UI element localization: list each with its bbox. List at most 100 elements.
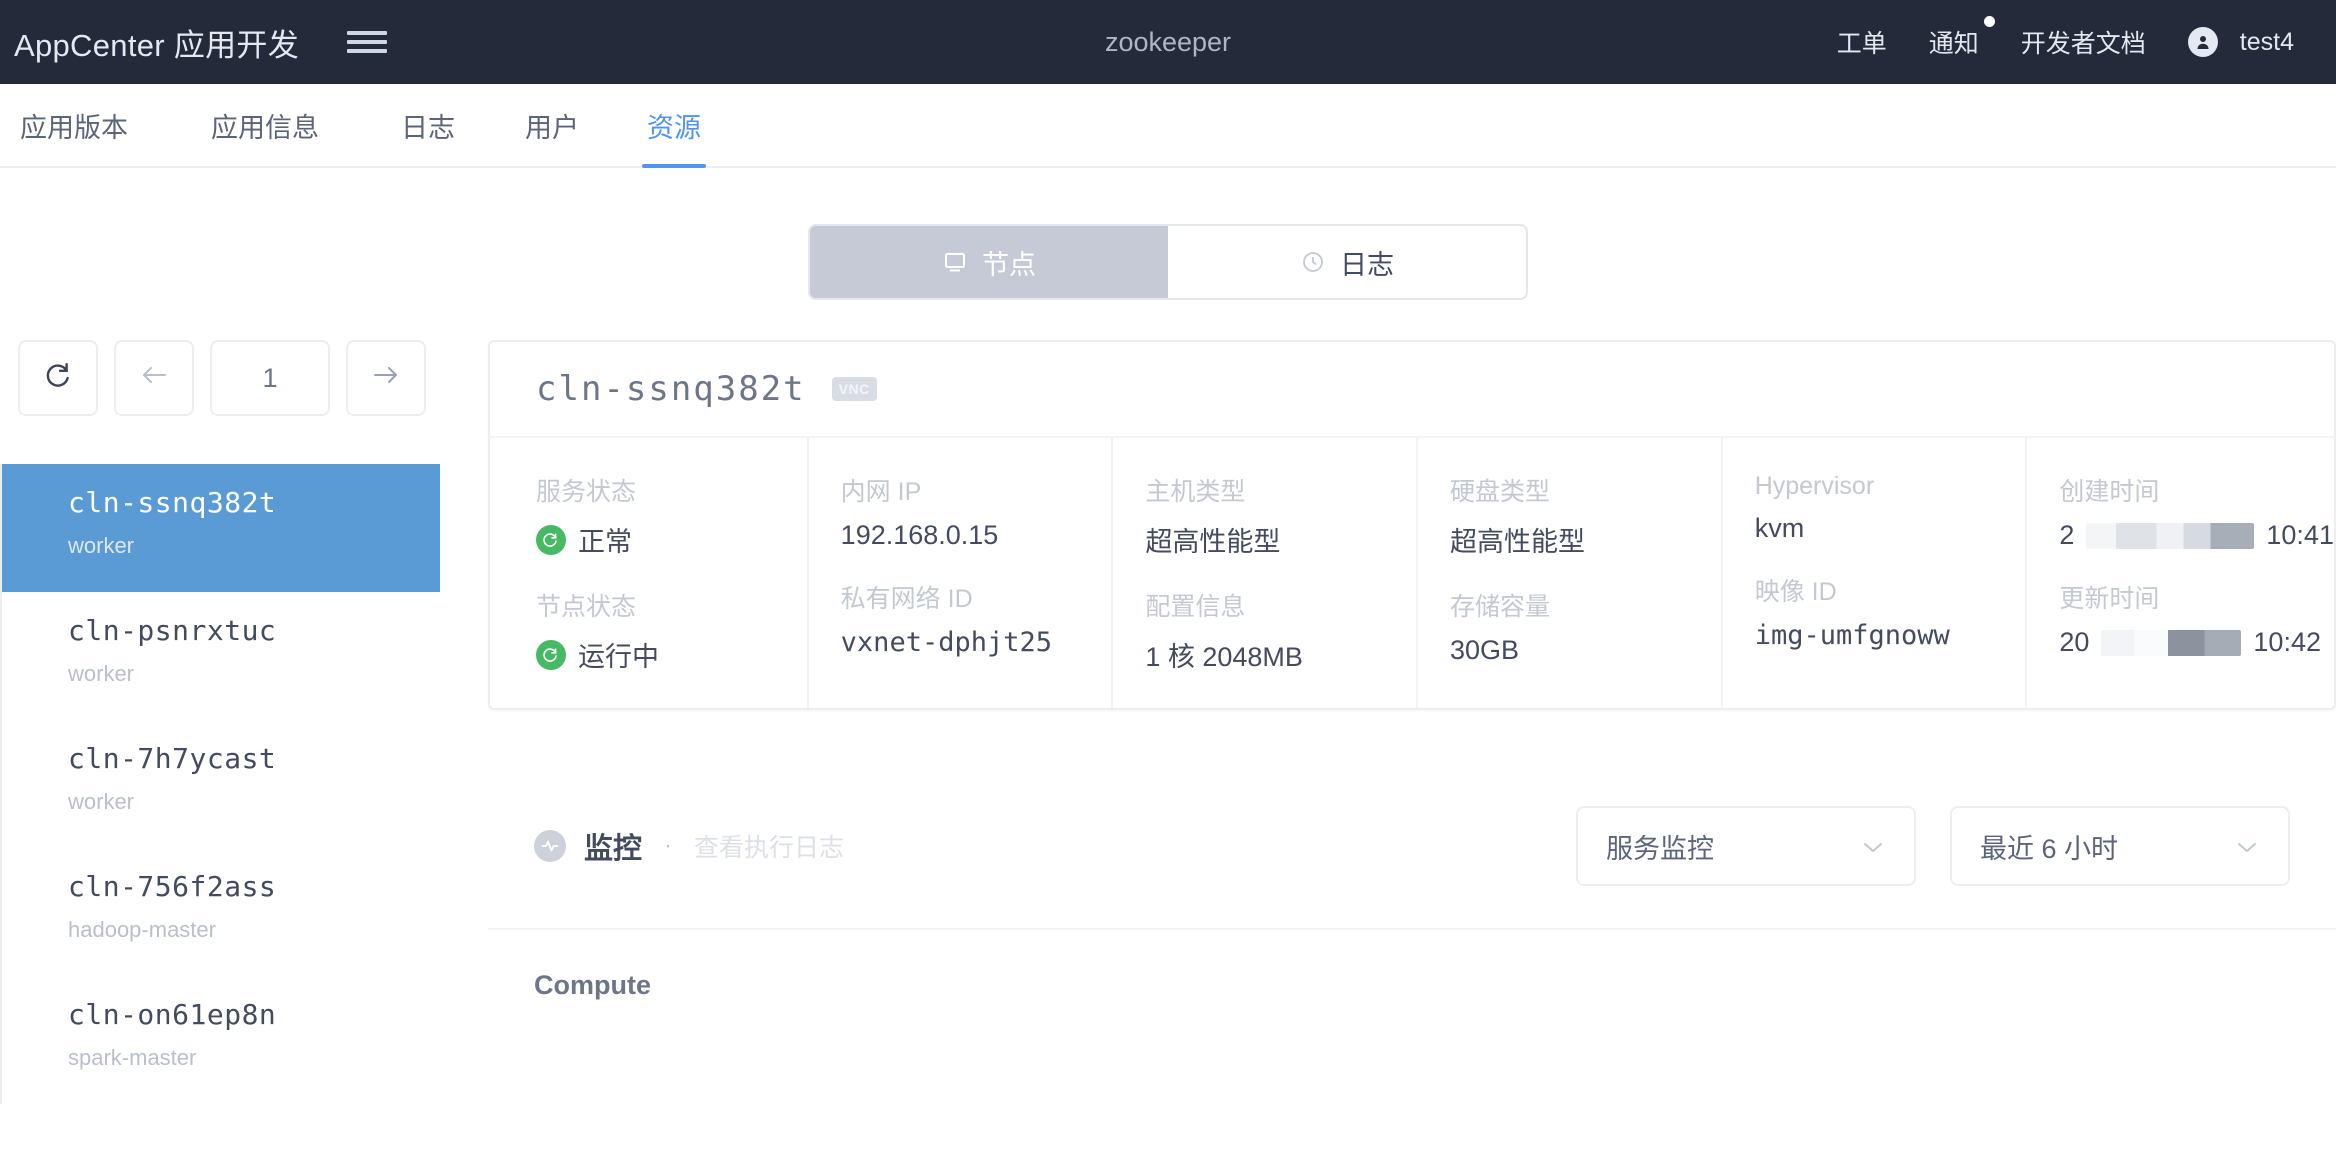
hamburger-bar bbox=[347, 49, 388, 53]
info-value: 1 核 2048MB bbox=[1145, 635, 1416, 674]
chevron-down-icon bbox=[1860, 831, 1886, 862]
info-value: 2 10:41 bbox=[2059, 520, 2334, 551]
info-value-text: 运行中 bbox=[578, 642, 659, 672]
tab-logs[interactable]: 日志 bbox=[396, 84, 460, 166]
info-label: 更新时间 bbox=[2059, 585, 2160, 613]
info-column-disk: 硬盘类型 超高性能型 存储容量 30GB bbox=[1418, 438, 1723, 708]
info-value-text: 192.168.0.15 bbox=[840, 520, 999, 550]
monitor-controls: 服务监控 最近 6 小时 bbox=[1576, 806, 2290, 886]
list-item[interactable]: cln-psnrxtuc worker bbox=[2, 592, 440, 720]
notification-badge-dot bbox=[1983, 16, 1995, 27]
tab-app-info[interactable]: 应用信息 bbox=[198, 84, 332, 166]
arrow-left-icon bbox=[139, 363, 169, 394]
page-number[interactable]: 1 bbox=[210, 340, 330, 416]
info-value: kvm bbox=[1755, 513, 2026, 544]
tab-label: 日志 bbox=[401, 112, 455, 143]
info-field-storage: 存储容量 30GB bbox=[1450, 587, 1721, 666]
tab-label: 应用信息 bbox=[211, 112, 319, 143]
metric-select[interactable]: 服务监控 bbox=[1576, 806, 1916, 886]
nav-item-label: 开发者文档 bbox=[2020, 30, 2146, 58]
info-value: 运行中 bbox=[536, 635, 807, 674]
node-name: cln-7h7ycast bbox=[68, 742, 277, 775]
segment-nodes[interactable]: 节点 bbox=[810, 226, 1168, 298]
view-execution-log-link[interactable]: 查看执行日志 bbox=[694, 828, 844, 864]
prev-page-button[interactable] bbox=[114, 340, 194, 416]
node-list: cln-ssnq382t worker cln-psnrxtuc worker … bbox=[0, 464, 440, 1104]
monitor-separator: · bbox=[664, 832, 673, 859]
node-sidebar: 1 cln-ssnq382t worker cln-psnrxtuc worke… bbox=[0, 340, 440, 1104]
monitor-icon bbox=[942, 249, 968, 275]
info-column-time: 创建时间 2 10:41 更新时间 20 10:42 bbox=[2027, 438, 2334, 708]
nav-item-notifications[interactable]: 通知 bbox=[1929, 16, 1995, 60]
info-label: Hypervisor bbox=[1754, 472, 1875, 500]
info-value: img-umfgnoww bbox=[1755, 620, 2026, 651]
node-role: hadoop-master bbox=[68, 917, 216, 942]
node-role: spark-master bbox=[68, 1045, 197, 1070]
list-item[interactable]: cln-756f2ass hadoop-master bbox=[2, 848, 440, 976]
brand-title[interactable]: AppCenter 应用开发 bbox=[14, 20, 299, 65]
main-tabs: 应用版本 应用信息 日志 用户 资源 bbox=[0, 84, 2336, 168]
info-value-suffix: 10:42 bbox=[2253, 627, 2321, 657]
info-field-image-id: 映像 ID img-umfgnoww bbox=[1755, 572, 2026, 651]
info-value: 192.168.0.15 bbox=[841, 520, 1112, 551]
info-value-text: vxnet-dphjt25 bbox=[840, 627, 1052, 658]
segment-label: 日志 bbox=[1340, 249, 1394, 280]
top-nav: 工单 通知 开发者文档 test4 bbox=[1837, 16, 2336, 60]
node-role: worker bbox=[68, 789, 135, 814]
next-page-button[interactable] bbox=[346, 340, 426, 416]
info-value: 正常 bbox=[536, 520, 807, 559]
info-field-node-status: 节点状态 运行中 bbox=[536, 587, 807, 674]
refresh-icon bbox=[43, 360, 73, 397]
list-item[interactable]: cln-ssnq382t worker bbox=[2, 464, 440, 592]
info-field-hypervisor: Hypervisor kvm bbox=[1755, 472, 2026, 544]
segmented-control: 节点 日志 bbox=[808, 224, 1528, 300]
info-column-network: 内网 IP 192.168.0.15 私有网络 ID vxnet-dphjt25 bbox=[809, 438, 1114, 708]
info-value-suffix: 10:41 bbox=[2266, 520, 2334, 550]
nav-item-developer-docs[interactable]: 开发者文档 bbox=[2021, 24, 2146, 60]
segment-logs[interactable]: 日志 bbox=[1168, 226, 1526, 298]
status-ok-icon bbox=[536, 524, 566, 555]
hamburger-icon[interactable] bbox=[347, 27, 388, 57]
list-item[interactable]: cln-7h7ycast worker bbox=[2, 720, 440, 848]
info-field-private-ip: 内网 IP 192.168.0.15 bbox=[841, 472, 1112, 551]
info-field-disk-type: 硬盘类型 超高性能型 bbox=[1450, 472, 1721, 559]
arrow-right-icon bbox=[371, 363, 401, 394]
user-name: test4 bbox=[2239, 27, 2294, 56]
info-value-text: 正常 bbox=[578, 527, 632, 557]
info-field-update-time: 更新时间 20 10:42 bbox=[2059, 579, 2334, 658]
node-name: cln-psnrxtuc bbox=[68, 614, 277, 647]
user-menu[interactable]: test4 bbox=[2187, 27, 2294, 57]
node-info-grid: 服务状态 正常 节点状态 运行中 内网 IP 192.168.0.15 私有网络… bbox=[490, 438, 2334, 708]
info-label: 配置信息 bbox=[1145, 593, 1246, 621]
info-value: vxnet-dphjt25 bbox=[841, 627, 1112, 658]
info-label: 内网 IP bbox=[840, 478, 922, 506]
info-label: 映像 ID bbox=[1754, 578, 1837, 606]
info-value: 超高性能型 bbox=[1145, 520, 1416, 559]
info-value: 20 10:42 bbox=[2059, 627, 2334, 658]
info-label: 创建时间 bbox=[2059, 478, 2160, 506]
pagination-toolbar: 1 bbox=[0, 340, 440, 416]
tab-resources[interactable]: 资源 bbox=[642, 84, 706, 168]
monitor-title-group: 监控 bbox=[534, 825, 642, 867]
nav-item-tickets[interactable]: 工单 bbox=[1837, 24, 1887, 60]
info-column-host: 主机类型 超高性能型 配置信息 1 核 2048MB bbox=[1113, 438, 1419, 708]
info-value: 超高性能型 bbox=[1450, 520, 1721, 559]
redacted-date bbox=[2086, 522, 2255, 549]
refresh-button[interactable] bbox=[18, 340, 98, 416]
top-header: AppCenter 应用开发 zookeeper 工单 通知 开发者文档 tes… bbox=[0, 0, 2336, 84]
info-value-prefix: 20 bbox=[2059, 627, 2090, 657]
info-value-text: img-umfgnoww bbox=[1754, 620, 1950, 651]
node-name: cln-756f2ass bbox=[68, 870, 277, 903]
info-value: 30GB bbox=[1450, 635, 1721, 666]
redacted-date bbox=[2101, 629, 2242, 656]
time-range-select[interactable]: 最近 6 小时 bbox=[1950, 806, 2290, 886]
monitor-label: 监控 bbox=[584, 833, 643, 865]
tab-users[interactable]: 用户 bbox=[520, 84, 584, 166]
tab-app-version[interactable]: 应用版本 bbox=[8, 84, 140, 166]
list-item[interactable]: cln-on61ep8n spark-master bbox=[2, 976, 440, 1104]
compute-section-label: Compute bbox=[534, 970, 651, 1000]
info-label: 存储容量 bbox=[1450, 593, 1551, 621]
page-title: zookeeper bbox=[1104, 26, 1232, 57]
nav-item-label: 工单 bbox=[1836, 30, 1887, 58]
vnc-badge[interactable]: VNC bbox=[831, 377, 877, 401]
